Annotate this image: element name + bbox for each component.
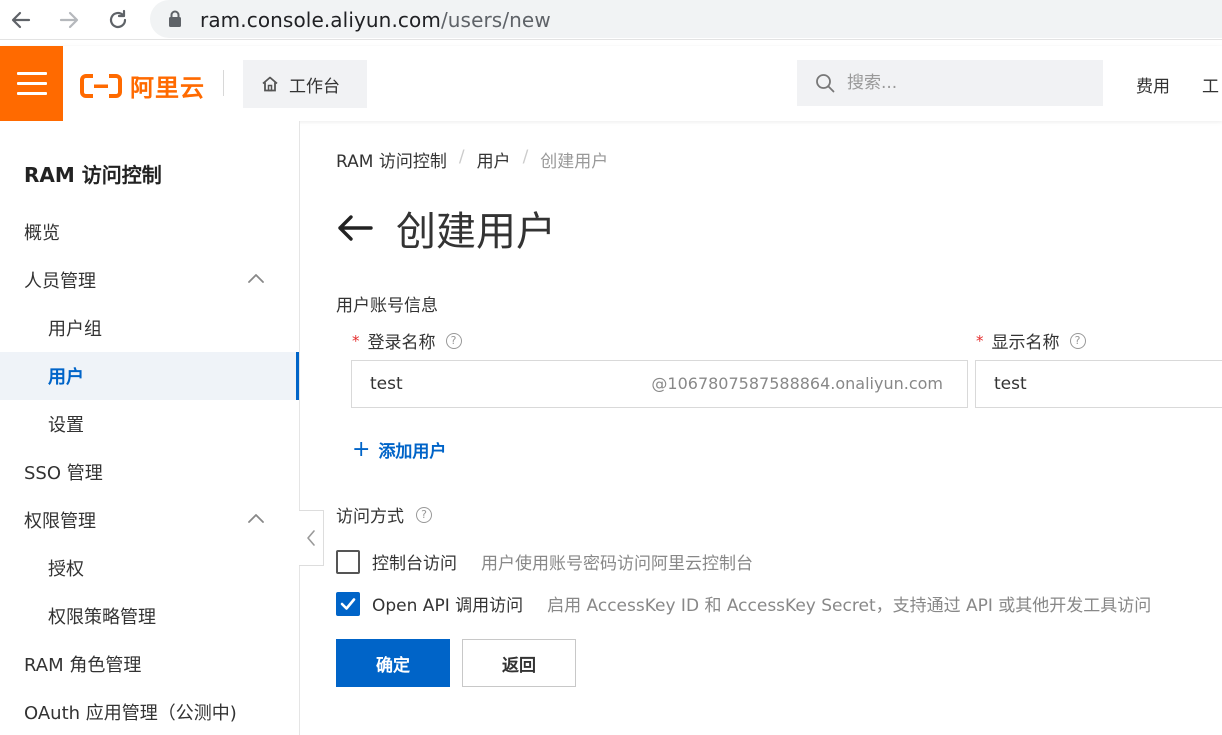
plus-icon: + [352,436,371,462]
openapi-access-description: 启用 AccessKey ID 和 AccessKey Secret，支持通过 … [547,596,1152,616]
help-icon[interactable]: ? [445,332,462,349]
header-link-billing[interactable]: 费用 [1136,72,1170,97]
sidebar-item-label: 授权 [48,559,84,580]
arrow-right-icon [59,11,79,29]
main-content: RAM 访问控制 / 用户 / 创建用户 创建用户 用户账号信息 * 登录名称 … [300,121,1222,735]
breadcrumb-item-ram[interactable]: RAM 访问控制 [336,147,447,172]
help-icon[interactable]: ? [1069,332,1086,349]
add-user-label: 添加用户 [378,442,447,462]
breadcrumb: RAM 访问控制 / 用户 / 创建用户 [336,147,608,172]
login-name-label: * 登录名称 ? [352,328,462,353]
aliyun-logo-icon [80,73,122,98]
header-link-tools[interactable]: 工 [1202,72,1219,97]
display-name-field[interactable] [975,360,1222,408]
sidebar-item-overview[interactable]: 概览 [0,208,299,256]
sidebar-title: RAM 访问控制 [24,163,162,187]
section-access-method: 访问方式 ? [336,502,432,527]
sidebar-item-label: 人员管理 [24,271,96,292]
page-header: 创建用户 [336,199,556,257]
openapi-access-label: Open API 调用访问 [372,596,524,616]
login-name-input[interactable] [352,361,652,407]
sidebar-item-groups[interactable]: 用户组 [0,304,299,352]
url-host: ram.console.aliyun.com [200,8,441,32]
breadcrumb-separator: / [458,147,465,167]
search-icon [816,74,835,93]
display-name-label: * 显示名称 ? [976,328,1086,353]
breadcrumb-item-current: 创建用户 [540,152,609,172]
browser-reload-button[interactable] [103,5,133,35]
sidebar-item-settings[interactable]: 设置 [0,400,299,448]
back-arrow-icon[interactable] [336,213,374,243]
sidebar-item-label: 用户组 [48,319,102,340]
sidebar-item-policies[interactable]: 权限策略管理 [0,592,299,640]
console-access-label: 控制台访问 [372,554,457,574]
workbench-label: 工作台 [289,76,340,97]
display-name-input[interactable] [976,361,1216,407]
section-access-label: 访问方式 [336,507,404,527]
search-input[interactable] [847,73,1077,93]
header-divider [223,70,224,96]
sidebar-item-label: 概览 [24,223,60,244]
page-title: 创建用户 [396,209,556,255]
sidebar-item-label: OAuth 应用管理（公测中) [24,703,237,724]
section-account-label: 用户账号信息 [336,296,438,316]
menu-icon-bar [16,72,47,75]
address-bar[interactable]: ram.console.aliyun.com/users/new [150,0,1222,38]
add-user-button[interactable]: + 添加用户 [352,437,446,462]
url-text: ram.console.aliyun.com/users/new [200,8,551,32]
sidebar-item-roles[interactable]: RAM 角色管理 [0,640,299,688]
checkmark-icon [340,597,356,610]
login-name-label-text: 登录名称 [367,333,436,353]
menu-button[interactable] [0,46,63,121]
workbench-button[interactable]: 工作台 [243,60,367,108]
section-account-info: 用户账号信息 [336,291,438,316]
sidebar-item-label: 设置 [48,415,84,436]
logo-text: 阿里云 [130,74,205,102]
sidebar-item-sso[interactable]: SSO 管理 [0,448,299,496]
reload-icon [109,9,127,29]
sidebar-item-label: RAM 角色管理 [24,655,142,676]
sidebar-item-label: 权限管理 [24,511,96,532]
sidebar-item-permissions[interactable]: 权限管理 [0,496,299,544]
console-header: 阿里云 工作台 费用 工 [0,46,1222,121]
required-marker: * [352,331,360,350]
access-option-openapi: Open API 调用访问 启用 AccessKey ID 和 AccessKe… [336,591,1151,616]
sidebar-item-label: 权限策略管理 [48,607,156,628]
menu-icon-bar [16,92,47,95]
console-access-description: 用户使用账号密码访问阿里云控制台 [481,554,753,574]
aliyun-logo[interactable]: 阿里云 [80,68,205,103]
sidebar-item-label: 用户 [48,367,84,388]
sidebar-item-users[interactable]: 用户 [0,352,299,400]
sidebar-item-grants[interactable]: 授权 [0,544,299,592]
openapi-access-checkbox[interactable] [336,591,360,616]
browser-toolbar: ram.console.aliyun.com/users/new [0,0,1222,40]
arrow-left-icon [11,11,31,29]
browser-back-button[interactable] [6,5,36,35]
chevron-up-icon [248,274,264,283]
login-name-suffix: @1067807587588864.onaliyun.com [651,374,943,393]
back-button[interactable]: 返回 [462,639,576,687]
global-search[interactable] [797,60,1103,106]
access-option-console: 控制台访问 用户使用账号密码访问阿里云控制台 [336,549,753,574]
home-icon [262,76,278,92]
help-icon[interactable]: ? [416,506,432,523]
console-access-checkbox[interactable] [336,549,360,574]
url-path: /users/new [440,8,551,32]
breadcrumb-item-users[interactable]: 用户 [477,147,511,172]
sidebar-item-identities[interactable]: 人员管理 [0,256,299,304]
breadcrumb-separator: / [522,147,529,167]
sidebar: RAM 访问控制 概览 人员管理 用户组 用户 设置 SSO 管理 权限管理 授… [0,121,300,735]
confirm-button[interactable]: 确定 [336,639,450,687]
sidebar-item-label: SSO 管理 [24,463,103,484]
lock-icon [169,10,181,27]
required-marker: * [976,331,984,350]
browser-forward-button[interactable] [54,5,84,35]
chevron-up-icon [248,514,264,523]
login-name-field[interactable]: @1067807587588864.onaliyun.com [351,360,968,408]
display-name-label-text: 显示名称 [991,333,1060,353]
menu-icon-bar [16,82,47,85]
sidebar-item-oauth[interactable]: OAuth 应用管理（公测中) [0,688,299,735]
